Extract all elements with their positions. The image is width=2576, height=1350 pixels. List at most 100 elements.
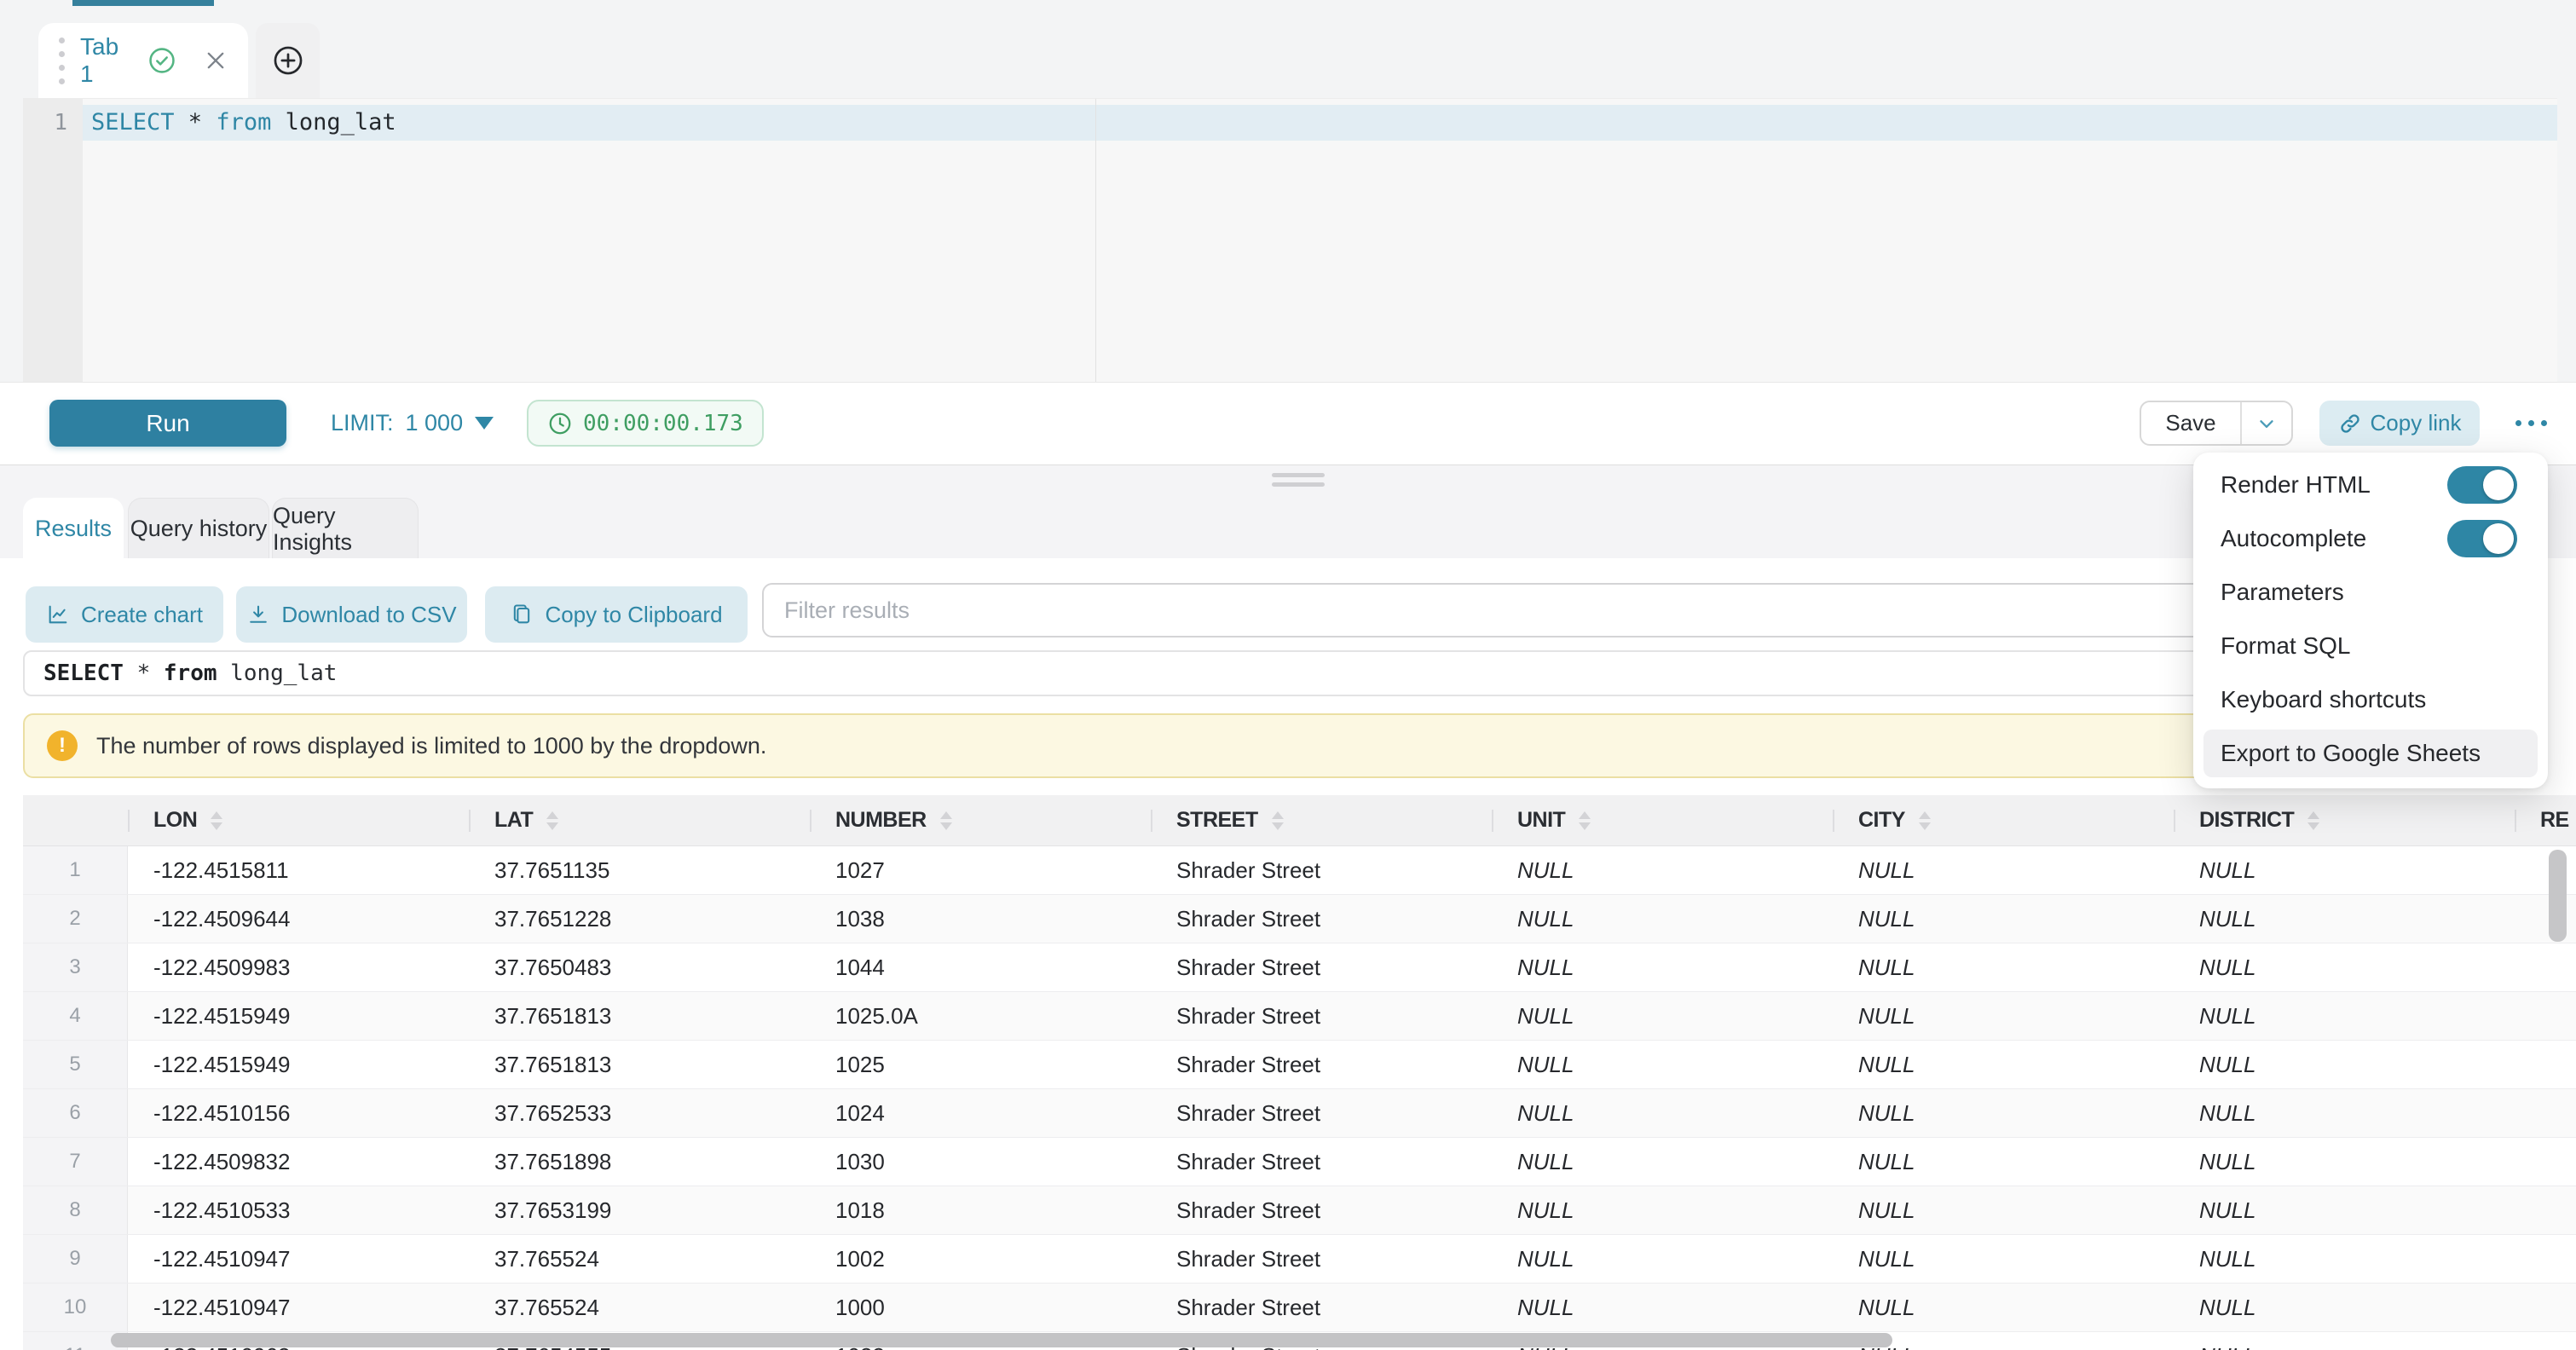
vertical-scrollbar-thumb[interactable] <box>2549 850 2567 942</box>
table-cell: NULL <box>1492 1041 1833 1088</box>
table-row[interactable]: 1-122.451581137.76511351027Shrader Stree… <box>23 846 2576 895</box>
table-cell: -122.4510947 <box>128 1284 469 1331</box>
table-row[interactable]: 4-122.451594937.76518131025.0AShrader St… <box>23 992 2576 1041</box>
save-split-button[interactable]: Save <box>2140 401 2293 446</box>
table-cell: NULL <box>1833 992 2174 1040</box>
toggle-switch-on[interactable] <box>2447 520 2517 557</box>
row-number: 10 <box>23 1284 128 1331</box>
copy-to-clipboard-button[interactable]: Copy to Clipboard <box>485 586 748 643</box>
limit-label: LIMIT: <box>331 410 394 436</box>
sql-text: * <box>175 109 217 136</box>
tab-title: Tab 1 <box>80 33 132 88</box>
sort-icon[interactable] <box>2307 811 2319 830</box>
table-row[interactable]: 9-122.451094737.7655241002Shrader Street… <box>23 1235 2576 1284</box>
sql-query-app: Tab 1 1 SELECT * from long_lat Run LIMIT… <box>0 0 2576 1350</box>
sql-text: long_lat <box>271 109 396 136</box>
column-header-lon[interactable]: LON <box>128 795 469 845</box>
create-chart-button[interactable]: Create chart <box>26 586 223 643</box>
table-cell: NULL <box>2174 943 2515 991</box>
row-number: 2 <box>23 895 128 943</box>
table-cell: 1044 <box>810 943 1151 991</box>
query-tab[interactable]: Tab 1 <box>38 23 248 98</box>
table-row[interactable]: 6-122.451015637.76525331024Shrader Stree… <box>23 1089 2576 1138</box>
table-cell: NULL <box>1833 1089 2174 1137</box>
menu-item-parameters[interactable]: Parameters <box>2193 565 2548 619</box>
sort-icon[interactable] <box>1579 811 1591 830</box>
column-header-city[interactable]: CITY <box>1833 795 2174 845</box>
menu-item-format-sql[interactable]: Format SQL <box>2193 619 2548 672</box>
more-options-button[interactable] <box>2506 401 2556 446</box>
table-cell <box>2515 1235 2576 1283</box>
table-cell: 1002 <box>810 1235 1151 1283</box>
column-header-number[interactable]: NUMBER <box>810 795 1151 845</box>
table-cell: 1024 <box>810 1089 1151 1137</box>
table-cell: Shrader Street <box>1151 1235 1492 1283</box>
sort-icon[interactable] <box>211 811 222 830</box>
table-cell: -122.4510947 <box>128 1235 469 1283</box>
sort-icon[interactable] <box>1919 811 1931 830</box>
pane-resize-handle[interactable] <box>1272 473 1325 492</box>
tab-results[interactable]: Results <box>23 498 124 559</box>
table-row[interactable]: 8-122.451053337.76531991018Shrader Stree… <box>23 1186 2576 1235</box>
toggle-switch-on[interactable] <box>2447 466 2517 504</box>
menu-item-export-to-google-sheets[interactable]: Export to Google Sheets <box>2203 730 2538 777</box>
menu-item-keyboard-shortcuts[interactable]: Keyboard shortcuts <box>2193 672 2548 726</box>
column-header-rownum <box>23 795 128 845</box>
table-row[interactable]: 7-122.450983237.76518981030Shrader Stree… <box>23 1138 2576 1186</box>
download-csv-label: Download to CSV <box>281 602 456 628</box>
table-cell: NULL <box>2174 1235 2515 1283</box>
tab-query-insights[interactable]: Query Insights <box>272 498 419 559</box>
column-header-lat[interactable]: LAT <box>469 795 810 845</box>
tab-query-history[interactable]: Query history <box>128 498 269 559</box>
copy-clipboard-label: Copy to Clipboard <box>545 602 722 628</box>
filter-results-input[interactable] <box>762 583 2388 638</box>
save-options-button[interactable] <box>2242 402 2291 444</box>
column-header-unit[interactable]: UNIT <box>1492 795 1833 845</box>
save-button[interactable]: Save <box>2141 402 2240 444</box>
table-cell: 37.7653199 <box>469 1186 810 1234</box>
table-cell: 1030 <box>810 1138 1151 1186</box>
sql-text: * <box>124 661 164 686</box>
editor-code-line[interactable]: SELECT * from long_lat <box>91 105 396 141</box>
run-button[interactable]: Run <box>49 400 286 447</box>
sql-keyword: SELECT <box>91 109 175 136</box>
table-cell: Shrader Street <box>1151 992 1492 1040</box>
column-header-re[interactable]: RE <box>2515 795 2576 845</box>
menu-item-autocomplete[interactable]: Autocomplete <box>2193 511 2548 565</box>
drag-handle-icon[interactable] <box>59 38 65 84</box>
table-row[interactable]: 5-122.451594937.76518131025Shrader Stree… <box>23 1041 2576 1089</box>
column-label: CITY <box>1858 808 1905 833</box>
new-tab-button[interactable] <box>256 23 320 98</box>
table-row[interactable]: 2-122.450964437.76512281038Shrader Stree… <box>23 895 2576 943</box>
table-cell <box>2515 1041 2576 1088</box>
sort-icon[interactable] <box>1272 811 1284 830</box>
sort-icon[interactable] <box>940 811 952 830</box>
table-cell: Shrader Street <box>1151 943 1492 991</box>
sql-editor[interactable]: 1 SELECT * from long_lat <box>23 98 2557 382</box>
download-csv-button[interactable]: Download to CSV <box>236 586 467 643</box>
horizontal-scrollbar-thumb[interactable] <box>111 1333 1892 1347</box>
copy-link-button[interactable]: Copy link <box>2319 401 2480 446</box>
close-tab-icon[interactable] <box>204 49 228 72</box>
table-body: 1-122.451581137.76511351027Shrader Stree… <box>23 846 2576 1350</box>
table-cell: NULL <box>1492 992 1833 1040</box>
menu-item-render-html[interactable]: Render HTML <box>2193 458 2548 511</box>
options-dropdown-menu: Render HTMLAutocompleteParametersFormat … <box>2193 453 2548 788</box>
table-row[interactable]: 3-122.450998337.76504831044Shrader Stree… <box>23 943 2576 992</box>
sort-icon[interactable] <box>546 811 558 830</box>
line-number: 1 <box>23 105 67 141</box>
table-cell: NULL <box>2174 992 2515 1040</box>
column-header-district[interactable]: DISTRICT <box>2174 795 2515 845</box>
chevron-down-icon <box>2255 412 2278 435</box>
editor-pane-divider <box>1095 99 1096 382</box>
limit-dropdown[interactable]: LIMIT: 1 000 <box>331 400 494 447</box>
table-cell: 37.7651228 <box>469 895 810 943</box>
table-cell <box>2515 943 2576 991</box>
table-cell: NULL <box>1833 846 2174 894</box>
table-cell: Shrader Street <box>1151 1186 1492 1234</box>
sql-keyword: from <box>216 109 271 136</box>
table-cell: NULL <box>2174 1186 2515 1234</box>
table-row[interactable]: 10-122.451094737.7655241000Shrader Stree… <box>23 1284 2576 1332</box>
create-chart-label: Create chart <box>81 602 203 628</box>
column-header-street[interactable]: STREET <box>1151 795 1492 845</box>
